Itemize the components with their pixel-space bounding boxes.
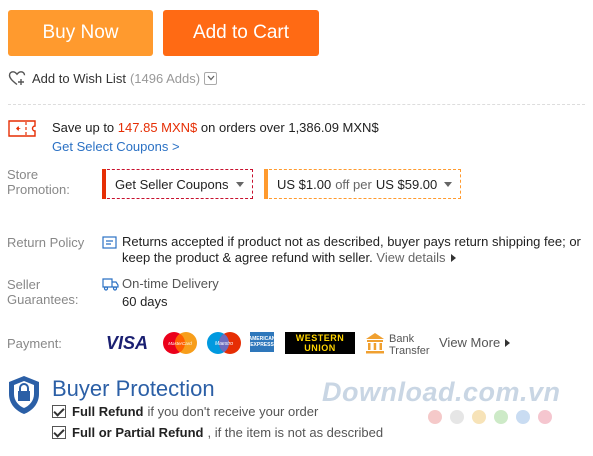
- wishlist-label[interactable]: Add to Wish List: [32, 71, 126, 86]
- visa-logo: VISA: [105, 332, 148, 353]
- buyer-protection-title: Buyer Protection: [52, 376, 215, 401]
- add-to-cart-button[interactable]: Add to Cart: [163, 10, 319, 56]
- arrow-right-icon: [450, 254, 456, 262]
- buy-now-button[interactable]: Buy Now: [8, 10, 153, 56]
- amex-logo: AMERICAN EXPRESS: [249, 332, 275, 352]
- heart-plus-icon: [8, 71, 26, 86]
- wishlist-dropdown-toggle[interactable]: [204, 71, 218, 85]
- checkbox-checked-icon: [52, 405, 66, 418]
- view-details-link[interactable]: View details: [376, 250, 456, 265]
- checkbox-checked-icon: [52, 426, 66, 439]
- get-coupons-link[interactable]: Get Select Coupons >: [52, 139, 180, 154]
- seller-coupons-dropdown[interactable]: Get Seller Coupons: [102, 169, 253, 199]
- store-promotion-label: Store Promotion:: [7, 167, 70, 197]
- return-policy-label: Return Policy: [7, 235, 85, 250]
- truck-icon: [102, 278, 119, 291]
- store-promotion-dropdown[interactable]: US $1.00 off per US $59.00: [264, 169, 461, 199]
- caret-down-icon: [236, 182, 244, 187]
- watermark-dots: [428, 410, 552, 424]
- svg-text:MasterCard: MasterCard: [168, 341, 192, 346]
- svg-text:Maestro: Maestro: [215, 341, 233, 347]
- coupon-ticket-icon: [8, 120, 36, 137]
- delivery-days: 60 days: [122, 294, 168, 309]
- caret-down-icon: [444, 182, 452, 187]
- bank-building-icon: [366, 333, 384, 354]
- wishlist-adds-count: (1496 Adds): [129, 70, 201, 86]
- shield-icon: [9, 376, 39, 414]
- maestro-logo: Maestro: [207, 332, 241, 354]
- wishlist-row[interactable]: Add to Wish List (1496 Adds): [8, 68, 218, 88]
- chevron-down-icon: [207, 75, 215, 81]
- return-policy-text: Returns accepted if product not as descr…: [122, 234, 581, 265]
- coupon-save-text: Save up to 147.85 MXN$ on orders over 1,…: [52, 120, 379, 135]
- watermark: Download.com.vn: [322, 377, 561, 407]
- seller-guarantees-label: Seller Guarantees:: [7, 277, 79, 307]
- western-union-logo: WESTERN UNION: [285, 332, 355, 354]
- on-time-delivery: On-time Delivery: [122, 276, 219, 291]
- full-refund-item: Full Refund if you don't receive your or…: [52, 404, 318, 419]
- partial-refund-item: Full or Partial Refund , if the item is …: [52, 425, 383, 440]
- payment-label: Payment:: [7, 336, 62, 351]
- return-box-icon: [102, 236, 117, 249]
- divider: [8, 104, 585, 105]
- arrow-right-icon: [505, 339, 511, 347]
- mastercard-logo: MasterCard: [163, 332, 197, 354]
- view-more-payment-link[interactable]: View More: [439, 335, 511, 350]
- coupon-save-amount: 147.85 MXN$: [117, 120, 198, 135]
- bank-transfer-label: Bank Transfer: [389, 333, 430, 357]
